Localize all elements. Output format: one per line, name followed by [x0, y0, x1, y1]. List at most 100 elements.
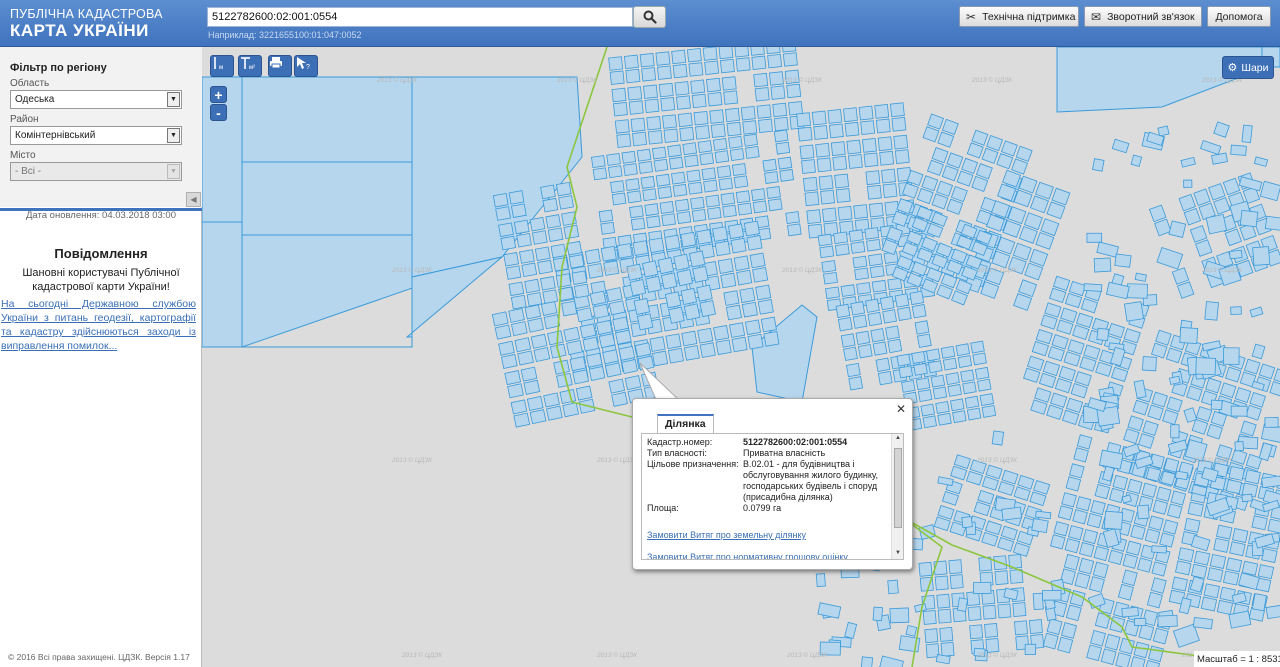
land-parcel[interactable]	[582, 336, 600, 352]
land-parcel[interactable]	[745, 145, 760, 159]
land-parcel[interactable]	[696, 284, 713, 302]
land-parcel[interactable]	[1230, 449, 1248, 465]
land-parcel[interactable]	[1178, 193, 1196, 212]
land-parcel[interactable]	[540, 300, 558, 317]
land-parcel[interactable]	[690, 79, 706, 94]
land-parcel[interactable]	[1123, 328, 1141, 344]
land-parcel[interactable]	[652, 350, 669, 367]
land-parcel[interactable]	[786, 83, 802, 99]
land-parcel[interactable]	[757, 299, 774, 315]
land-parcel[interactable]	[1011, 158, 1029, 175]
land-parcel[interactable]	[1209, 553, 1227, 569]
land-parcel[interactable]	[898, 365, 913, 379]
land-parcel[interactable]	[1216, 524, 1233, 540]
land-parcel[interactable]	[969, 624, 984, 640]
land-parcel[interactable]	[964, 395, 980, 409]
land-parcel[interactable]	[1166, 503, 1183, 519]
land-parcel[interactable]	[840, 333, 856, 348]
land-parcel[interactable]	[1033, 480, 1051, 495]
land-parcel[interactable]	[513, 219, 530, 235]
land-parcel[interactable]	[802, 176, 818, 192]
land-parcel[interactable]	[628, 100, 644, 115]
land-parcel[interactable]	[1095, 361, 1113, 377]
land-parcel[interactable]	[1269, 381, 1280, 397]
land-parcel[interactable]	[1013, 486, 1031, 502]
land-parcel[interactable]	[699, 342, 716, 358]
help-button[interactable]: Допомога	[1207, 6, 1271, 27]
land-parcel[interactable]	[1076, 434, 1093, 450]
land-parcel[interactable]	[605, 287, 623, 303]
land-parcel[interactable]	[773, 116, 789, 132]
land-parcel[interactable]	[534, 246, 551, 261]
land-parcel[interactable]	[642, 188, 657, 202]
cadastral-map-layer[interactable]: 2013 © ЦДЗК 2013 © ЦДЗК 2013 © ЦДЗК 2013 © …	[202, 47, 1280, 667]
land-parcel[interactable]	[657, 257, 675, 275]
land-parcel[interactable]	[1049, 287, 1067, 304]
land-parcel[interactable]	[1186, 385, 1203, 402]
rayon-select[interactable]: Комінтернівський ▼	[10, 126, 182, 145]
land-parcel[interactable]	[882, 309, 897, 324]
land-parcel[interactable]	[495, 206, 511, 221]
land-parcel[interactable]	[1159, 532, 1175, 548]
land-parcel[interactable]	[760, 316, 777, 333]
land-parcel[interactable]	[513, 412, 531, 428]
land-parcel[interactable]	[866, 238, 881, 252]
land-parcel[interactable]	[752, 200, 768, 214]
land-parcel[interactable]	[779, 168, 794, 182]
land-parcel[interactable]	[952, 410, 967, 424]
land-parcel[interactable]	[763, 331, 780, 347]
land-parcel[interactable]	[868, 202, 884, 218]
land-parcel[interactable]	[520, 366, 538, 382]
land-parcel[interactable]	[744, 319, 761, 336]
land-parcel[interactable]	[1127, 415, 1144, 432]
land-parcel[interactable]	[664, 291, 682, 309]
land-parcel[interactable]	[699, 300, 716, 318]
land-parcel[interactable]	[913, 362, 928, 376]
land-parcel[interactable]	[735, 190, 751, 204]
land-parcel[interactable]	[680, 231, 697, 248]
land-parcel[interactable]	[961, 157, 979, 174]
land-parcel[interactable]	[692, 265, 709, 283]
land-parcel[interactable]	[934, 575, 949, 591]
land-parcel[interactable]	[662, 114, 677, 129]
land-parcel[interactable]	[753, 72, 769, 88]
land-parcel[interactable]	[986, 134, 1004, 152]
land-parcel[interactable]	[679, 126, 695, 142]
popup-scrollbar[interactable]: ▲ ▼	[891, 434, 903, 559]
land-parcel[interactable]	[500, 235, 517, 251]
land-parcel[interactable]	[1090, 629, 1106, 647]
land-parcel[interactable]	[875, 357, 891, 372]
land-parcel[interactable]	[758, 118, 773, 133]
land-parcel[interactable]	[623, 54, 639, 70]
land-parcel[interactable]	[1074, 371, 1092, 387]
land-parcel[interactable]	[924, 628, 939, 644]
land-parcel[interactable]	[962, 381, 977, 395]
land-parcel[interactable]	[1160, 470, 1176, 486]
land-parcel[interactable]	[676, 211, 692, 225]
land-parcel[interactable]	[1086, 644, 1103, 662]
land-parcel[interactable]	[729, 322, 746, 338]
land-parcel[interactable]	[717, 258, 734, 274]
land-parcel[interactable]	[1142, 420, 1159, 437]
land-parcel[interactable]	[984, 520, 1003, 536]
land-parcel[interactable]	[845, 362, 861, 378]
land-parcel[interactable]	[755, 284, 772, 301]
land-parcel[interactable]	[510, 203, 527, 218]
land-parcel[interactable]	[933, 516, 951, 532]
land-parcel[interactable]	[683, 303, 701, 321]
land-parcel[interactable]	[1080, 298, 1099, 314]
land-parcel[interactable]	[975, 163, 993, 180]
land-parcel[interactable]	[981, 531, 999, 547]
land-parcel[interactable]	[936, 593, 951, 609]
land-parcel[interactable]	[950, 185, 968, 203]
land-parcel[interactable]	[526, 395, 544, 411]
land-parcel[interactable]	[1057, 505, 1074, 521]
land-parcel[interactable]	[1216, 599, 1234, 615]
land-parcel[interactable]	[659, 201, 675, 214]
land-parcel[interactable]	[950, 398, 965, 412]
land-parcel[interactable]	[1065, 476, 1082, 492]
land-parcel[interactable]	[773, 129, 789, 143]
land-parcel[interactable]	[1125, 540, 1142, 556]
land-parcel[interactable]	[530, 333, 548, 349]
land-parcel[interactable]	[1184, 517, 1201, 533]
